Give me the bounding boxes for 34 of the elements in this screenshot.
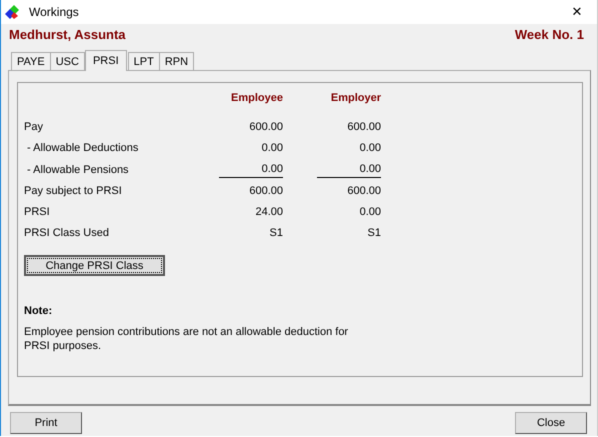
week-number: Week No. 1 [514,27,584,44]
value-cell-text: S1 [268,226,283,241]
value-cell: 0.00 [219,162,283,178]
tab[interactable]: PRSI [84,50,127,71]
note-text: Employee pension contributions are not an allowable deduction for PRSI purposes. [24,325,350,353]
row-label: Pay [24,120,44,135]
value-cell-text: 600.00 [248,184,283,199]
row-label: PRSI Class Used [24,226,110,241]
note-heading: Note: [24,305,54,317]
value-cell-text: 600.00 [346,120,381,135]
employee-name: Medhurst, Assunta [9,27,126,44]
column-header: Employee [230,92,283,106]
tab[interactable]: PAYE [11,52,51,70]
value-cell-text: 0.00 [358,205,381,220]
row-label: PRSI [24,205,51,220]
row-label: Pay subject to PRSI [24,184,123,199]
value-cell: 0.00 [317,162,381,178]
value-cell-text: 0.00 [358,141,381,156]
value-cell-text: 600.00 [346,184,381,199]
column-header: Employer [330,92,381,106]
change-class-button[interactable]: Change PRSI Class [24,255,165,276]
value-cell-text: 0.00 [260,141,283,156]
value-cell-text: S1 [366,226,381,241]
tab[interactable]: RPN [158,52,194,70]
app-logo-icon [5,5,19,19]
dialog-button[interactable]: Print [10,412,82,434]
tab[interactable]: LPT [128,52,160,70]
value-cell-text: 600.00 [248,120,283,135]
dialog-button[interactable]: Close [515,412,587,434]
row-label: - Allowable Pensions [26,163,130,178]
window-title: Workings [29,5,80,19]
value-cell-text: 24.00 [254,205,283,220]
tab[interactable]: USC [50,52,85,70]
row-label: - Allowable Deductions [26,141,140,156]
